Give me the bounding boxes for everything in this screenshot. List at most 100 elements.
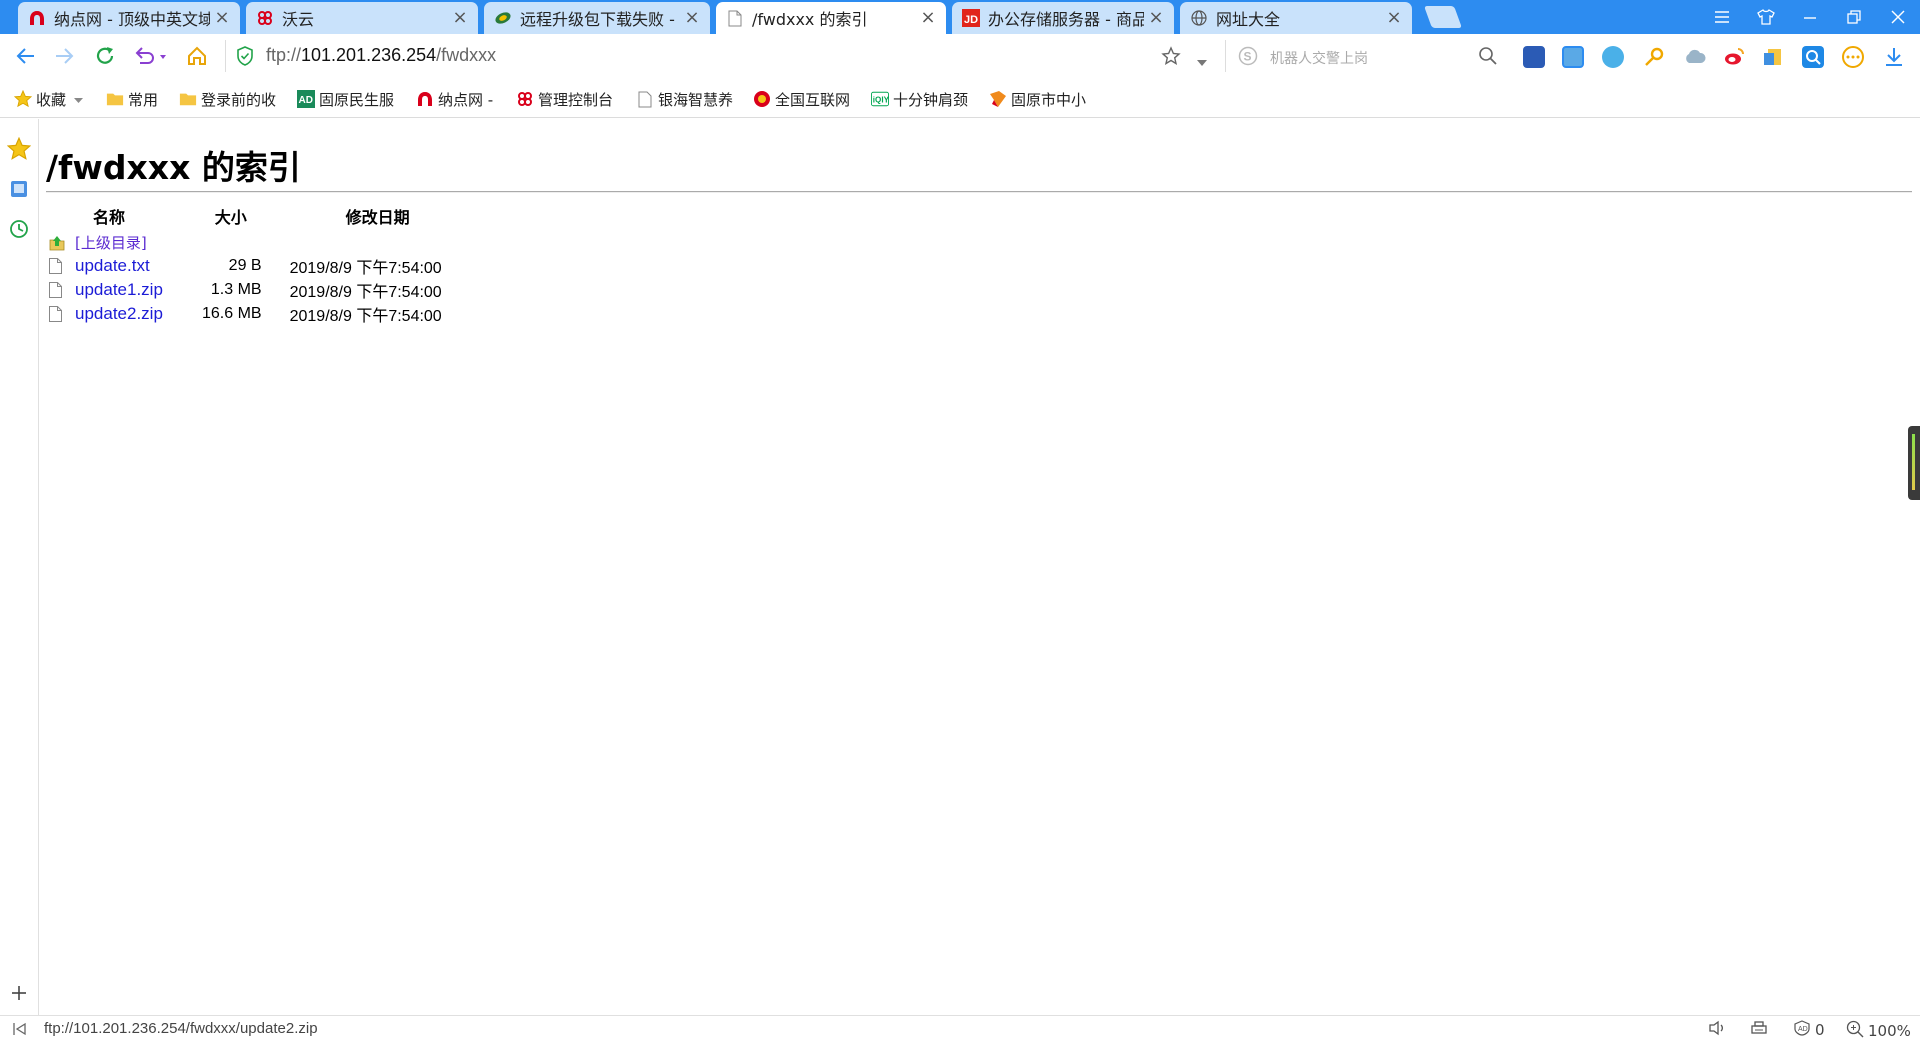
bookmarks-bar: 收藏 常用 登录前的收 AD 固原民生服 纳点网 - 管理控制台 银海智慧养 全…	[0, 80, 1920, 118]
bookmark-folder-login[interactable]: 登录前的收	[179, 88, 276, 110]
tab-jd-search[interactable]: JD 办公存储服务器 - 商品搜 ×	[952, 2, 1174, 34]
tab-label: 纳点网 - 顶级中英文域名	[54, 10, 210, 29]
status-bar: ftp://101.201.236.254/fwdxxx/update2.zip…	[0, 1015, 1920, 1043]
close-icon[interactable]: ×	[452, 9, 468, 27]
parent-directory-link[interactable]: [上级目录]	[75, 232, 147, 253]
bookmark-internet-report[interactable]: 全国互联网	[753, 88, 850, 110]
bookmark-iqiyi[interactable]: iQIY 十分钟肩颈	[871, 88, 968, 110]
more-extensions-icon[interactable]	[1842, 46, 1864, 68]
dropdown-arrow-icon[interactable]	[1196, 52, 1208, 71]
undo-close-button[interactable]	[130, 42, 170, 70]
file-link[interactable]: update2.zip	[75, 304, 163, 324]
url-host: 101.201.236.254	[301, 45, 437, 65]
bookmark-star-icon[interactable]	[1161, 46, 1181, 70]
url-scheme: ftp://	[266, 45, 302, 65]
column-header-name[interactable]: 名称	[46, 204, 172, 231]
secure-shield-icon	[236, 46, 254, 70]
bookmark-label: 常用	[128, 90, 159, 109]
key-icon[interactable]	[1643, 46, 1665, 68]
tab-label: 沃云	[282, 10, 315, 29]
close-icon[interactable]: ×	[1386, 9, 1402, 27]
file-link[interactable]: update.txt	[75, 256, 150, 276]
file-size: 29 B	[228, 257, 262, 274]
file-link[interactable]: update1.zip	[75, 280, 163, 300]
parent-directory-row: [上级目录]	[46, 231, 466, 254]
iqiyi-icon: iQIY	[871, 90, 889, 108]
weibo-icon[interactable]	[1723, 46, 1745, 68]
file-size: 16.6 MB	[202, 305, 262, 322]
svg-text:iQIY: iQIY	[873, 96, 889, 105]
close-icon[interactable]: ×	[920, 9, 936, 27]
navigation-bar: ftp://101.201.236.254/fwdxxx S 机器人交警上岗	[0, 34, 1920, 78]
tab-nadian[interactable]: 纳点网 - 顶级中英文域名 ×	[18, 2, 240, 34]
home-button[interactable]	[183, 42, 211, 70]
tab-strip: 纳点网 - 顶级中英文域名 × 沃云 × 远程升级包下载失败 - 专 × /fw…	[0, 0, 1920, 34]
table-row: update.txt 29 B 2019/8/9 下午7:54:00	[46, 254, 466, 278]
community-icon	[494, 9, 512, 27]
add-sidebar-icon[interactable]	[7, 981, 31, 1005]
close-icon[interactable]: ×	[214, 9, 230, 27]
bookmark-label: 纳点网 -	[438, 90, 494, 109]
download-icon[interactable]	[1883, 46, 1905, 68]
close-icon[interactable]: ×	[684, 9, 700, 27]
file-listing-table: 名称 大小 修改日期 [上级目录] update.txt 29 B 2019/8…	[46, 204, 466, 326]
file-icon	[49, 282, 63, 298]
minimize-icon[interactable]	[1788, 0, 1832, 34]
close-icon[interactable]: ×	[1148, 9, 1164, 27]
jd-icon: JD	[962, 9, 980, 27]
skin-icon[interactable]	[1744, 0, 1788, 34]
page-icon	[636, 90, 654, 108]
history-clock-icon[interactable]	[7, 217, 31, 241]
close-window-icon[interactable]	[1876, 0, 1920, 34]
restore-icon[interactable]	[1832, 0, 1876, 34]
bookmark-guyuan-school[interactable]: 固原市中小	[989, 88, 1086, 110]
print-icon[interactable]	[1750, 1020, 1768, 1036]
globe-icon	[1190, 9, 1208, 27]
bookmark-nadian[interactable]: 纳点网 -	[416, 88, 493, 110]
bookmark-folder-common[interactable]: 常用	[106, 88, 158, 110]
file-date: 2019/8/9 下午7:54:00	[289, 284, 442, 301]
url-path: /fwdxxx	[436, 45, 497, 65]
status-url: ftp://101.201.236.254/fwdxxx/update2.zip	[44, 1020, 318, 1037]
search-extension-icon[interactable]	[1802, 46, 1824, 68]
cloud-icon[interactable]	[1683, 46, 1706, 68]
tab-url-directory[interactable]: 网址大全 ×	[1180, 2, 1412, 34]
column-header-date[interactable]: 修改日期	[290, 204, 466, 231]
side-panel-handle[interactable]	[1908, 426, 1920, 500]
bookmark-label: 全国互联网	[775, 90, 851, 109]
collapse-sidebar-icon[interactable]	[12, 1021, 28, 1041]
dropdown-arrow-icon	[74, 90, 84, 108]
zoom-control[interactable]: 100%	[1846, 1020, 1911, 1042]
adblock-indicator[interactable]: AD 0	[1793, 1020, 1825, 1040]
tab-upgrade-fail[interactable]: 远程升级包下载失败 - 专 ×	[484, 2, 710, 34]
column-header-size[interactable]: 大小	[172, 204, 290, 231]
sound-icon[interactable]	[1708, 1020, 1726, 1036]
menu-icon[interactable]	[1700, 0, 1744, 34]
search-box[interactable]: S 机器人交警上岗	[1225, 40, 1506, 72]
school-icon	[989, 90, 1007, 108]
ad-icon: AD	[297, 90, 315, 108]
favorites-star-icon[interactable]	[7, 137, 31, 161]
tab-woyun[interactable]: 沃云 ×	[246, 2, 478, 34]
bookmark-guyuan-livelihood[interactable]: AD 固原民生服	[297, 88, 394, 110]
new-tab-button[interactable]	[1423, 6, 1463, 28]
file-transfer-icon[interactable]	[1762, 46, 1784, 68]
file-date: 2019/8/9 下午7:54:00	[289, 308, 442, 325]
file-icon	[49, 258, 63, 274]
translate-extension-icon[interactable]	[1523, 46, 1545, 68]
tab-fwdxxx-index[interactable]: /fwdxxx 的索引 ×	[716, 2, 946, 34]
screenshot-extension-icon[interactable]	[1562, 46, 1584, 68]
address-bar[interactable]: ftp://101.201.236.254/fwdxxx	[225, 40, 1225, 72]
adblock-count: 0	[1815, 1021, 1825, 1039]
back-button[interactable]	[12, 42, 40, 70]
forward-button[interactable]	[50, 42, 78, 70]
bookmark-favorites[interactable]: 收藏	[14, 88, 84, 110]
refresh-button[interactable]	[91, 42, 119, 70]
browser-extension-icon[interactable]	[1602, 46, 1624, 68]
search-icon[interactable]	[1478, 46, 1498, 70]
bookmark-yinhai[interactable]: 银海智慧养	[636, 88, 733, 110]
divider	[46, 191, 1912, 193]
bookmark-console[interactable]: 管理控制台	[516, 88, 613, 110]
reading-list-icon[interactable]	[7, 177, 31, 201]
page-title: /fwdxxx 的索引	[46, 148, 301, 187]
